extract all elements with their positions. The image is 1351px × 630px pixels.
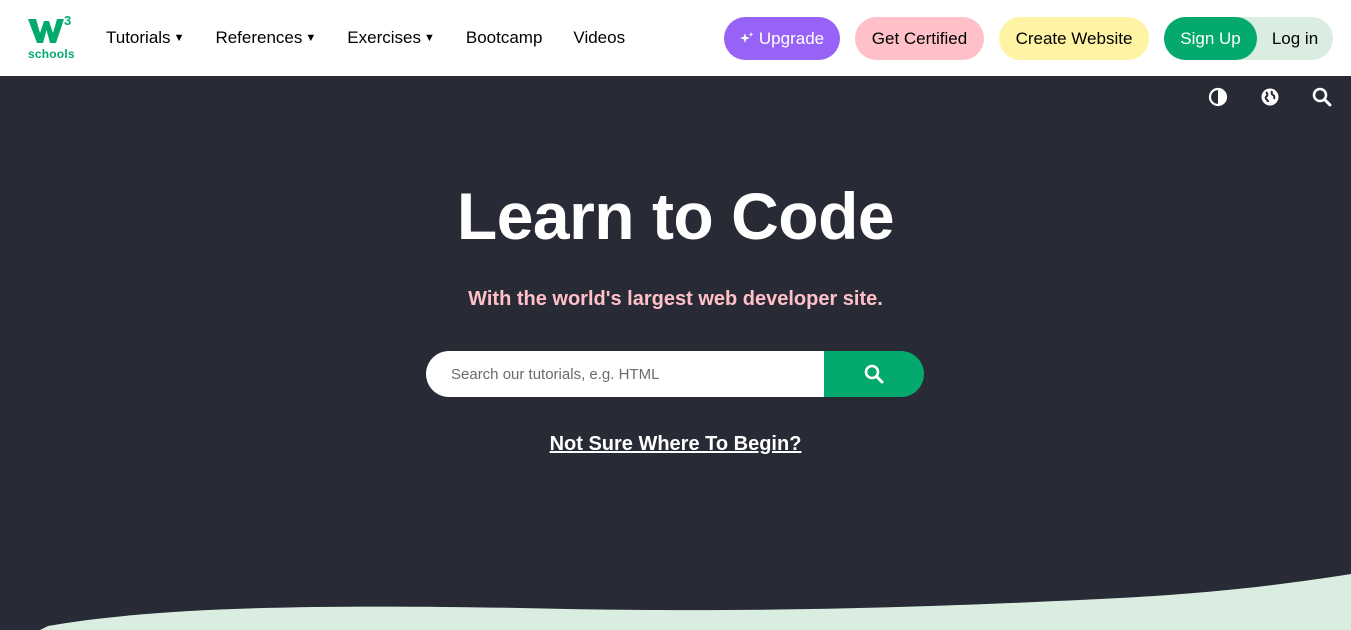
hero-subtitle: With the world's largest web developer s…: [468, 288, 883, 310]
get-certified-label: Get Certified: [871, 28, 968, 48]
get-certified-button[interactable]: Get Certified: [855, 17, 984, 60]
tutorial-search: [426, 351, 924, 397]
menu-tutorials-label: Tutorials: [106, 28, 171, 47]
decorative-wave: [40, 574, 1351, 630]
tutorial-search-input[interactable]: [426, 351, 824, 397]
auth-group: Sign Up Log in: [1164, 17, 1333, 60]
tutorial-search-button[interactable]: [824, 351, 924, 397]
sparkle-icon: [739, 31, 754, 43]
menu-bootcamp-label: Bootcamp: [465, 28, 543, 47]
logo-wordmark: schools: [28, 47, 75, 61]
menu-exercises-label: Exercises: [347, 28, 421, 47]
caret-down-icon: ▼: [305, 32, 317, 44]
menu-tutorials[interactable]: Tutorials ▼: [106, 28, 184, 48]
logo-superscript: 3: [64, 13, 72, 28]
not-sure-where-to-begin-link[interactable]: Not Sure Where To Begin?: [0, 433, 1351, 456]
menu-bootcamp[interactable]: Bootcamp: [466, 28, 543, 48]
menu-exercises[interactable]: Exercises ▼: [347, 28, 435, 48]
contrast-icon[interactable]: [1208, 87, 1228, 107]
menu-references[interactable]: References ▼: [215, 28, 316, 48]
upgrade-button[interactable]: Upgrade: [724, 17, 840, 60]
logo-w-mark: [28, 19, 64, 43]
log-in-button[interactable]: Log in: [1257, 17, 1333, 60]
top-navbar: 3 schools Tutorials ▼ References ▼ Exerc…: [0, 0, 1351, 76]
w3schools-logo[interactable]: 3 schools: [26, 13, 78, 63]
hero-title: Learn to Code: [456, 179, 895, 253]
create-website-button[interactable]: Create Website: [999, 17, 1149, 60]
log-in-label: Log in: [1271, 28, 1319, 48]
search-icon[interactable]: [1312, 87, 1332, 107]
sign-up-button[interactable]: Sign Up: [1164, 17, 1257, 60]
menu-videos-label: Videos: [573, 28, 626, 47]
main-menu: Tutorials ▼ References ▼ Exercises ▼ Boo…: [106, 0, 656, 76]
sign-up-label: Sign Up: [1180, 28, 1241, 48]
menu-videos[interactable]: Videos: [573, 28, 625, 48]
create-website-label: Create Website: [1015, 28, 1133, 48]
menu-references-label: References: [215, 28, 303, 47]
search-icon: [864, 364, 884, 384]
caret-down-icon: ▼: [423, 32, 435, 44]
globe-icon[interactable]: [1260, 87, 1280, 107]
caret-down-icon: ▼: [173, 32, 185, 44]
upgrade-button-label: Upgrade: [758, 28, 825, 48]
